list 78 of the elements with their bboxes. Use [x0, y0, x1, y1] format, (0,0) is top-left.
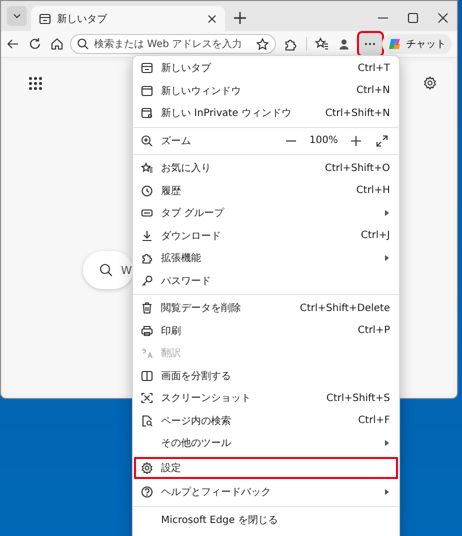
- home-button[interactable]: [50, 37, 64, 51]
- find-in-page-icon: [141, 414, 153, 427]
- menu-item[interactable]: 設定: [134, 456, 398, 479]
- screenshot-icon: [141, 392, 153, 404]
- star-icon: [256, 38, 269, 50]
- close-icon: [207, 14, 217, 24]
- tab-list-button[interactable]: [7, 6, 27, 26]
- favorites-icon: [141, 162, 153, 174]
- menu-item[interactable]: ダウンロード Ctrl+J: [133, 224, 399, 247]
- refresh-icon: [28, 37, 42, 51]
- menu-item[interactable]: 印刷 Ctrl+P: [133, 320, 399, 342]
- grid-dots-icon: [29, 76, 42, 90]
- history-icon: [141, 184, 153, 197]
- menu-item[interactable]: 新しいタブ Ctrl+T: [133, 57, 399, 80]
- plus-icon: [233, 11, 247, 25]
- apps-grid-button[interactable]: [29, 76, 42, 90]
- search-icon: [77, 38, 89, 50]
- refresh-button[interactable]: [28, 37, 42, 51]
- browser-tab-icon: [39, 12, 51, 24]
- favorites-icon: [314, 37, 329, 51]
- menu-item[interactable]: 拡張機能: [133, 247, 399, 270]
- menu-item[interactable]: その他のツール: [133, 432, 399, 454]
- window-icon: [141, 84, 153, 97]
- menu-item[interactable]: 新しいウィンドウ Ctrl+N: [133, 80, 399, 102]
- expand-icon: [376, 134, 388, 147]
- colorful-logo-icon: [388, 37, 402, 51]
- translate-icon: [141, 347, 153, 360]
- key-icon: [141, 274, 153, 287]
- person-silhouette-icon: [336, 37, 351, 51]
- menu-item[interactable]: パスワード: [133, 270, 399, 292]
- menu-item[interactable]: Microsoft Edge を閉じる: [133, 508, 399, 531]
- menu-item[interactable]: ページ内の検索 Ctrl+F: [133, 410, 399, 432]
- new-tab-button[interactable]: [233, 11, 247, 25]
- menu-item[interactable]: ヘルプとフィードバック: [133, 481, 399, 504]
- close-button[interactable]: [437, 12, 449, 24]
- menu-item[interactable]: 履歴 Ctrl+H: [133, 180, 399, 202]
- settings-icon: [141, 462, 153, 474]
- trash-icon: [141, 302, 153, 314]
- page-settings-button[interactable]: [423, 76, 437, 90]
- maximize-button[interactable]: [407, 12, 419, 24]
- browser-tab-icon: [141, 62, 153, 74]
- favorites-button[interactable]: [314, 37, 329, 51]
- menu-item-label: ズーム: [161, 134, 192, 148]
- maximize-icon: [407, 12, 419, 24]
- split-screen-icon: [141, 370, 153, 382]
- help-icon: [141, 486, 153, 498]
- printer-icon: [141, 324, 153, 337]
- menu-item[interactable]: お気に入り Ctrl+Shift+O: [133, 157, 399, 180]
- plus-icon: [350, 134, 362, 147]
- back-button[interactable]: [6, 37, 20, 51]
- zoom-in-icon: [141, 134, 153, 147]
- address-bar[interactable]: 検索または Web アドレスを入力: [70, 34, 276, 54]
- tab-group-icon: [141, 207, 153, 220]
- full-screen-button[interactable]: [374, 132, 390, 149]
- puzzle-icon: [141, 252, 153, 264]
- chat-button[interactable]: チャット: [382, 34, 452, 54]
- extensions-button[interactable]: [284, 37, 298, 51]
- menu-item[interactable]: スクリーンショット Ctrl+Shift+S: [133, 387, 399, 410]
- close-icon: [437, 12, 449, 24]
- more-options-button[interactable]: [358, 33, 382, 55]
- web-search-field[interactable]: W: [83, 251, 133, 289]
- back-arrow-icon: [6, 37, 20, 51]
- menu-item[interactable]: 画面を分割する: [133, 364, 399, 387]
- menu-item[interactable]: 閲覧データを削除 Ctrl+Shift+Delete: [133, 297, 399, 320]
- puzzle-icon: [284, 37, 298, 51]
- private-window-icon: [141, 107, 153, 120]
- close-tab-button[interactable]: [207, 14, 217, 24]
- settings-icon: [423, 76, 437, 90]
- profile-button[interactable]: [336, 37, 351, 51]
- chevron-down-icon: [12, 11, 22, 21]
- download-icon: [141, 230, 153, 242]
- search-icon: [99, 263, 113, 277]
- browser-tab[interactable]: 新しいタブ: [31, 6, 225, 31]
- menu-item[interactable]: 新しい InPrivate ウィンドウ Ctrl+Shift+N: [133, 102, 399, 124]
- zoom-level: 100%: [309, 135, 338, 146]
- menu-item[interactable]: タブ グループ: [133, 202, 399, 224]
- more-dots-icon: [364, 42, 376, 46]
- home-icon: [50, 37, 64, 51]
